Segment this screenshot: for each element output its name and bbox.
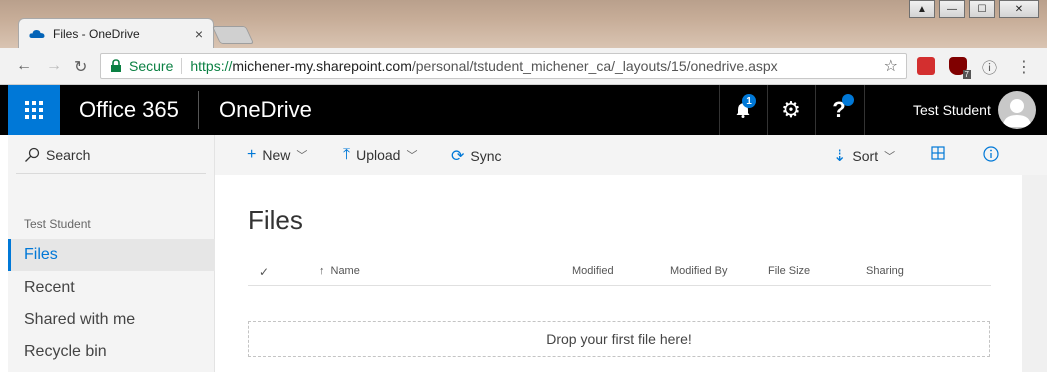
- command-bar: + New ﹀ ⤒ Upload ﹀ ⟳ Sync ⇣ Sort ﹀: [215, 135, 1047, 175]
- gear-icon: ⚙: [781, 97, 801, 122]
- lastpass-extension-icon[interactable]: [917, 57, 935, 75]
- tab-title: Files - OneDrive: [53, 26, 140, 41]
- upload-icon: ⤒: [343, 146, 351, 163]
- help-badge-icon: [842, 94, 854, 106]
- scrollbar[interactable]: [1022, 175, 1047, 372]
- new-label: New: [262, 147, 291, 163]
- sharing-column-header[interactable]: Sharing: [866, 265, 904, 277]
- new-button[interactable]: + New ﹀: [247, 146, 307, 164]
- name-column-header[interactable]: ↑ Name: [319, 265, 360, 277]
- view-switcher-button[interactable]: [931, 146, 945, 160]
- user-name: Test Student: [913, 102, 991, 118]
- reload-icon[interactable]: ↻: [74, 57, 87, 77]
- app-name[interactable]: OneDrive: [219, 97, 312, 123]
- url-scheme: https://: [190, 58, 233, 74]
- forward-icon[interactable]: →: [46, 57, 62, 75]
- sync-icon: ⟳: [451, 148, 465, 165]
- browser-toolbar: ← → ↻ Secure https://michener-my.sharepo…: [0, 48, 1047, 85]
- section-label: Test Student: [24, 217, 91, 231]
- minimize-button[interactable]: —: [939, 0, 965, 18]
- onedrive-cloud-icon: [29, 29, 45, 38]
- notifications-button[interactable]: 1: [719, 85, 766, 135]
- upload-label: Upload: [356, 147, 401, 163]
- search-divider: [16, 173, 206, 174]
- window-controls: ▲ — ☐ ✕: [909, 0, 1039, 18]
- url-host: michener-my.sharepoint.com: [232, 58, 412, 74]
- sidebar-item-recent[interactable]: Recent: [8, 272, 215, 304]
- chevron-down-icon: ﹀: [406, 150, 418, 162]
- office-365-brand[interactable]: Office 365: [79, 97, 179, 123]
- ublock-extension-icon[interactable]: 7: [949, 57, 971, 79]
- url-path: /personal/tstudent_michener_ca/_layouts/…: [411, 58, 778, 74]
- avatar[interactable]: [998, 91, 1036, 129]
- sidebar-item-recycle-bin[interactable]: Recycle bin: [8, 336, 215, 368]
- settings-button[interactable]: ⚙: [767, 85, 814, 135]
- browser-titlebar: Files - OneDrive × ▲ — ☐ ✕: [0, 0, 1047, 48]
- chevron-down-icon: ﹀: [884, 151, 896, 163]
- bookmark-star-icon[interactable]: ☆: [884, 56, 898, 76]
- close-window-button[interactable]: ✕: [999, 0, 1039, 18]
- modified-column-header[interactable]: Modified: [572, 265, 614, 277]
- lock-icon: [111, 59, 121, 72]
- back-icon[interactable]: ←: [16, 57, 32, 75]
- plus-icon: +: [247, 146, 257, 163]
- details-pane-button[interactable]: [983, 146, 999, 162]
- chevron-down-icon: ﹀: [296, 150, 308, 162]
- sync-label: Sync: [470, 148, 502, 164]
- extension-badge: 7: [962, 70, 971, 79]
- header-divider: [198, 91, 199, 129]
- browser-tab[interactable]: Files - OneDrive ×: [18, 18, 214, 48]
- help-button[interactable]: ?: [815, 85, 862, 135]
- sync-button[interactable]: ⟳ Sync: [451, 146, 502, 166]
- sidebar-item-shared[interactable]: Shared with me: [8, 304, 215, 336]
- new-tab-button[interactable]: [211, 26, 255, 44]
- address-bar[interactable]: Secure https://michener-my.sharepoint.co…: [100, 53, 907, 79]
- app-launcher-icon[interactable]: [8, 85, 60, 135]
- header-divider: [248, 285, 991, 286]
- search-icon: [25, 147, 40, 162]
- modified-by-column-header[interactable]: Modified By: [670, 265, 727, 277]
- upload-button[interactable]: ⤒ Upload ﹀: [343, 146, 417, 164]
- info-icon: [983, 146, 999, 162]
- file-list-area: Files ✓ ↑ Name Modified Modified By File …: [215, 175, 1022, 372]
- maximize-button[interactable]: ☐: [969, 0, 995, 18]
- o365-suite-bar: Office 365 OneDrive 1 ⚙ ? Test Student: [0, 85, 1047, 135]
- notification-badge: 1: [742, 94, 756, 108]
- page-title: Files: [248, 205, 303, 235]
- upload-dropzone[interactable]: Drop your first file here!: [248, 321, 990, 357]
- file-size-column-header[interactable]: File Size: [768, 265, 810, 277]
- profile-button[interactable]: ▲: [909, 0, 935, 18]
- search-label: Search: [46, 147, 91, 163]
- sidebar-item-files[interactable]: Files: [8, 239, 215, 271]
- sort-label: Sort: [852, 148, 879, 164]
- secure-label: Secure: [129, 58, 183, 74]
- sort-icon: ⇣: [833, 148, 847, 165]
- select-all-checkmark-icon[interactable]: ✓: [259, 265, 269, 279]
- name-column-label: Name: [330, 265, 360, 277]
- grid-view-icon: [931, 146, 945, 160]
- info-extension-icon[interactable]: ⓘ: [982, 57, 997, 78]
- person-icon: [1003, 99, 1031, 127]
- tab-close-icon[interactable]: ×: [195, 26, 203, 42]
- browser-menu-icon[interactable]: ⋮: [1016, 57, 1032, 77]
- url-text: https://michener-my.sharepoint.com/perso…: [182, 58, 777, 74]
- sort-arrow-icon: ↑: [319, 265, 325, 277]
- sort-button[interactable]: ⇣ Sort ﹀: [833, 146, 895, 166]
- left-nav: Search Test Student Files Recent Shared …: [8, 135, 215, 372]
- search-box[interactable]: Search: [24, 147, 90, 163]
